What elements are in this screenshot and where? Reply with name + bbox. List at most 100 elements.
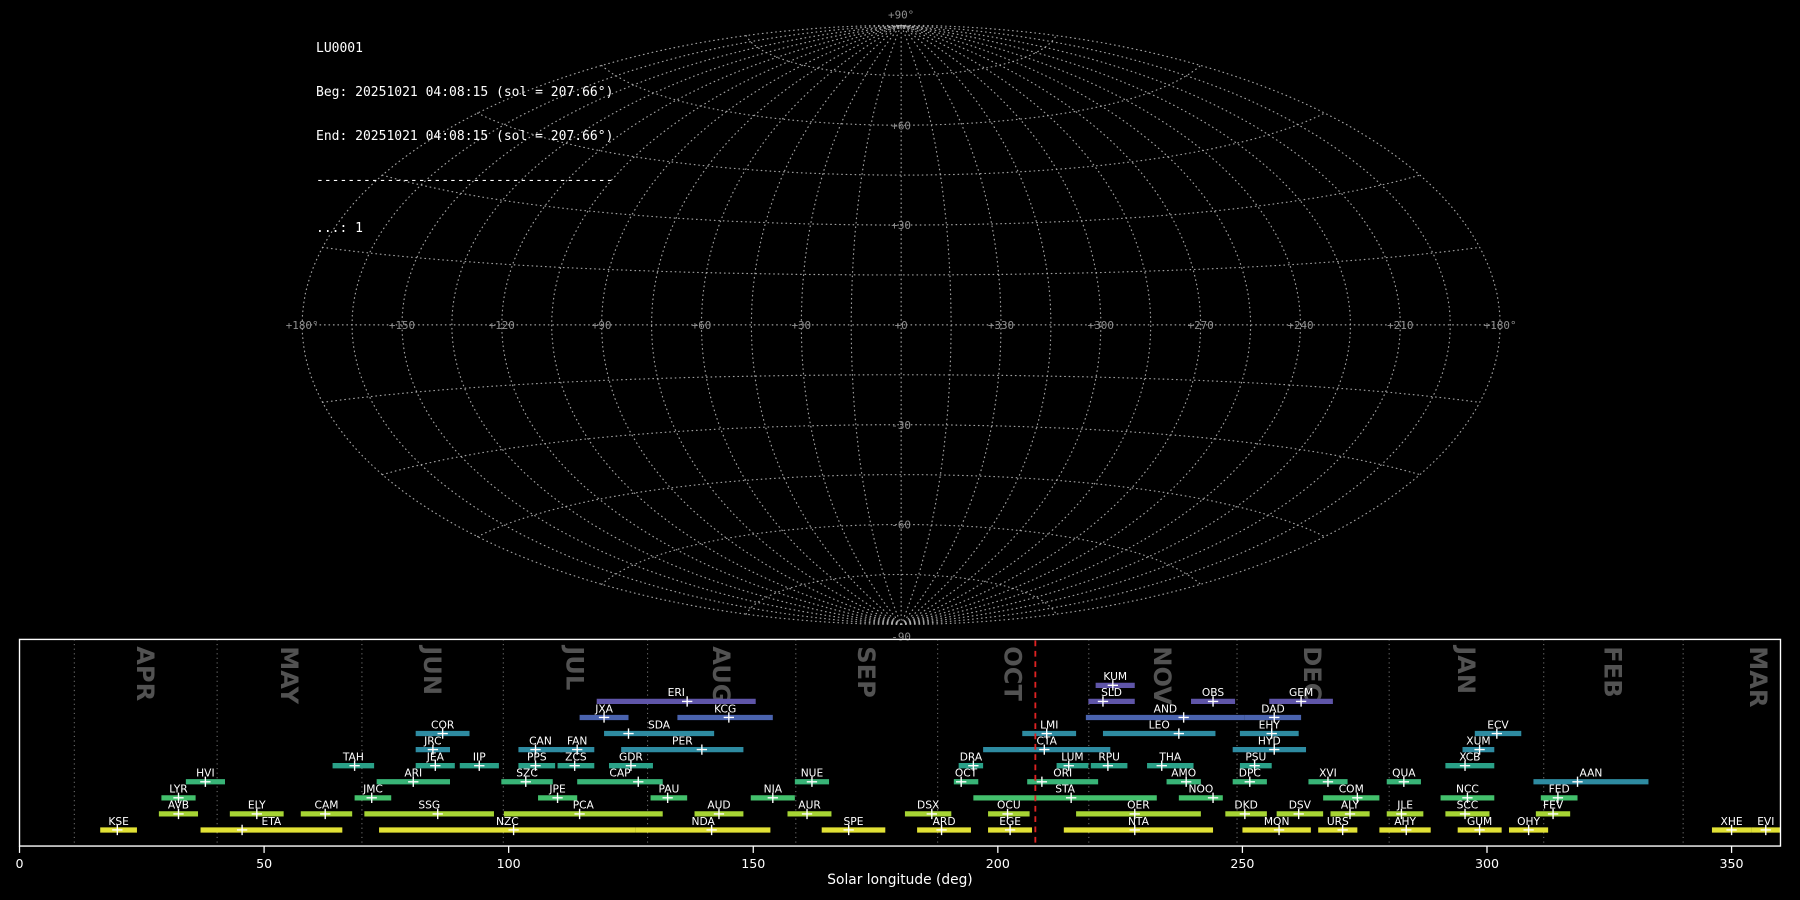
shower-label-AUR: AUR bbox=[798, 799, 821, 812]
shower-label-NUE: NUE bbox=[801, 767, 824, 780]
x-tick-label: 200 bbox=[986, 856, 1010, 871]
shower-peak-marker-SDA bbox=[623, 728, 634, 739]
shower-label-AND: AND bbox=[1154, 702, 1177, 715]
shower-label-EVI: EVI bbox=[1757, 815, 1774, 828]
shower-label-IIP: IIP bbox=[473, 751, 486, 764]
month-label-AUG: AUG bbox=[707, 646, 735, 703]
info-line-beg: Beg: 20251021 04:08:15 (sol = 207.66°) bbox=[316, 84, 614, 100]
map-lon-label: +0 bbox=[895, 319, 908, 332]
sky-grid-meridian bbox=[900, 24, 1401, 625]
shower-label-SZC: SZC bbox=[516, 767, 538, 780]
map-lat-label: -30 bbox=[891, 419, 911, 432]
shower-label-EHY: EHY bbox=[1259, 718, 1281, 731]
shower-label-JRC: JRC bbox=[423, 734, 441, 747]
shower-label-PSU: PSU bbox=[1245, 751, 1266, 764]
shower-label-STA: STA bbox=[1055, 783, 1075, 796]
shower-label-ARI: ARI bbox=[404, 767, 422, 780]
map-lon-label: +150 bbox=[389, 319, 415, 332]
shower-label-ARD: ARD bbox=[933, 815, 956, 828]
map-lon-label: +30 bbox=[791, 319, 811, 332]
shower-label-ELY: ELY bbox=[248, 799, 266, 812]
shower-label-XCB: XCB bbox=[1459, 751, 1480, 764]
shower-label-QUA: QUA bbox=[1392, 767, 1416, 780]
sky-grid-parallel bbox=[745, 573, 1057, 615]
map-lat-label: +30 bbox=[891, 219, 911, 232]
info-line-separator: -------------------------------------- bbox=[316, 172, 614, 188]
shower-label-AHY: AHY bbox=[1394, 815, 1416, 828]
shower-label-SDA: SDA bbox=[648, 718, 671, 731]
shower-label-GUM: GUM bbox=[1467, 815, 1492, 828]
shower-label-DAD: DAD bbox=[1261, 702, 1285, 715]
shower-label-PCA: PCA bbox=[573, 799, 595, 812]
month-label-OCT: OCT bbox=[998, 646, 1026, 701]
map-lon-label: +300 bbox=[1088, 319, 1114, 332]
map-lon-label: +270 bbox=[1188, 319, 1214, 332]
shower-label-MON: MON bbox=[1264, 815, 1290, 828]
month-label-SEP: SEP bbox=[852, 646, 880, 697]
sky-grid-meridian bbox=[900, 24, 952, 625]
month-label-JUL: JUL bbox=[561, 644, 589, 690]
shower-label-JPE: JPE bbox=[548, 783, 566, 796]
plot-canvas: +180° +150 +120 +90 +60 +30 +0 +330 +300 +270 +240… bbox=[15, 8, 1782, 888]
shower-label-OBS: OBS bbox=[1202, 686, 1225, 699]
map-lon-label: +330 bbox=[988, 319, 1014, 332]
map-lon-label: +90 bbox=[592, 319, 612, 332]
timeline-panel: APR MAY JUN JUL AUG SEP OCT NOV DEC JAN FEB MARKUME… bbox=[15, 638, 1782, 888]
x-tick-label: 250 bbox=[1230, 856, 1254, 871]
shower-label-THA: THA bbox=[1158, 751, 1182, 764]
shower-label-DSX: DSX bbox=[917, 799, 939, 812]
month-label-MAY: MAY bbox=[275, 646, 303, 704]
map-lon-label: +180° bbox=[1484, 319, 1517, 332]
shower-label-LMI: LMI bbox=[1040, 718, 1058, 731]
x-tick-label: 350 bbox=[1720, 856, 1744, 871]
shower-label-FED: FED bbox=[1549, 783, 1570, 796]
shower-label-NTA: NTA bbox=[1128, 815, 1150, 828]
month-label-FEB: FEB bbox=[1599, 646, 1627, 697]
shower-label-JLE: JLE bbox=[1396, 799, 1413, 812]
shower-label-AAN: AAN bbox=[1580, 767, 1603, 780]
shower-label-ERI: ERI bbox=[668, 686, 685, 699]
shower-label-CAN: CAN bbox=[529, 734, 552, 747]
shower-label-SSG: SSG bbox=[418, 799, 440, 812]
shower-peak-marker-CAP bbox=[633, 776, 644, 787]
shower-label-COR: COR bbox=[431, 718, 455, 731]
shower-label-PPS: PPS bbox=[527, 751, 547, 764]
shower-label-URS: URS bbox=[1327, 815, 1349, 828]
shower-label-XUM: XUM bbox=[1466, 734, 1490, 747]
shower-label-GEM: GEM bbox=[1289, 686, 1313, 699]
shower-label-KCG: KCG bbox=[714, 702, 736, 715]
month-label-JAN: JAN bbox=[1452, 644, 1480, 694]
shower-label-AMO: AMO bbox=[1171, 767, 1196, 780]
shower-label-NCC: NCC bbox=[1456, 783, 1479, 796]
map-lon-label: +240 bbox=[1287, 319, 1313, 332]
shower-label-SLD: SLD bbox=[1101, 686, 1122, 699]
sky-grid-parallel bbox=[321, 374, 1481, 403]
shower-peak-marker-ORI bbox=[1036, 776, 1048, 787]
shower-label-HVI: HVI bbox=[196, 767, 214, 780]
shower-label-TAH: TAH bbox=[342, 751, 364, 764]
shower-label-NZC: NZC bbox=[496, 815, 519, 828]
shower-label-NOO: NOO bbox=[1189, 783, 1214, 796]
shower-label-AUD: AUD bbox=[707, 799, 730, 812]
month-label-APR: APR bbox=[131, 646, 159, 701]
shower-label-OHY: OHY bbox=[1517, 815, 1540, 828]
shower-label-ECV: ECV bbox=[1487, 718, 1509, 731]
app-root: +180° +150 +120 +90 +60 +30 +0 +330 +300 +270 +240… bbox=[0, 0, 1800, 900]
shower-label-DRA: DRA bbox=[960, 751, 983, 764]
x-tick-label: 0 bbox=[15, 856, 23, 871]
shower-label-CAP: CAP bbox=[609, 767, 631, 780]
shower-label-LYR: LYR bbox=[169, 783, 188, 796]
shower-label-KUM: KUM bbox=[1103, 670, 1127, 683]
x-tick-label: 50 bbox=[256, 856, 272, 871]
shower-label-ALY: ALY bbox=[1341, 799, 1360, 812]
shower-label-NDA: NDA bbox=[691, 815, 715, 828]
month-label-JUN: JUN bbox=[418, 644, 446, 695]
shower-label-HYD: HYD bbox=[1258, 734, 1281, 747]
info-line-end: End: 20251021 04:08:15 (sol = 207.66°) bbox=[316, 128, 614, 144]
shower-label-ETA: ETA bbox=[262, 815, 282, 828]
info-panel: LU0001 Beg: 20251021 04:08:15 (sol = 207… bbox=[316, 13, 613, 266]
shower-label-OCU: OCU bbox=[997, 799, 1021, 812]
shower-peak-marker-AND bbox=[1178, 712, 1189, 723]
shower-label-KSE: KSE bbox=[108, 815, 129, 828]
shower-label-SPE: SPE bbox=[844, 815, 864, 828]
